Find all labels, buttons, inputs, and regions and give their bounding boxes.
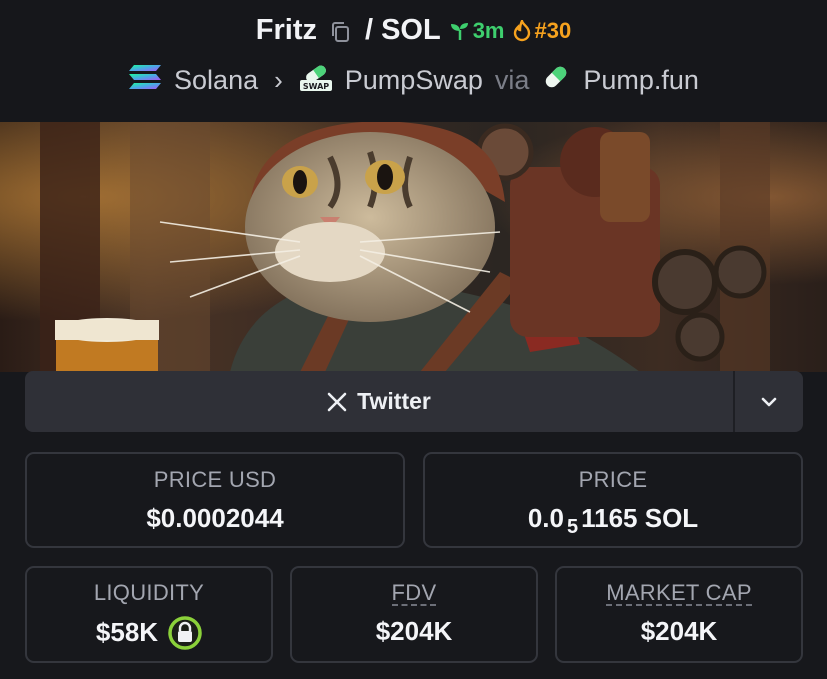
age-value: 3m	[472, 17, 505, 43]
x-logo-icon	[327, 392, 347, 411]
rank-value: #30	[534, 17, 572, 43]
price-native-label: PRICE	[578, 466, 648, 492]
pair-header: Fritz / SOL 3m #30 Solana › SWAP PumpSwa…	[0, 0, 827, 122]
price-native-card: PRICE 0.0 5 1165 SOL	[423, 452, 803, 548]
market-cap-label[interactable]: MARKET CAP	[606, 582, 752, 606]
price-native-value: 0.0 5 1165 SOL	[527, 502, 699, 538]
flame-icon	[514, 19, 531, 41]
token-banner-image	[0, 122, 827, 372]
fdv-card: FDV $204K	[290, 566, 538, 663]
pumpswap-icon: SWAP	[299, 62, 333, 99]
price-native-suffix: 1165 SOL	[581, 502, 699, 533]
fdv-label[interactable]: FDV	[391, 582, 437, 606]
liquidity-label: LIQUIDITY	[93, 579, 205, 605]
liquidity-value: $58K	[95, 617, 159, 647]
sprout-icon	[450, 22, 468, 40]
pumpfun-pill-icon	[541, 62, 571, 99]
dex-name[interactable]: PumpSwap	[345, 65, 483, 96]
copy-icon[interactable]	[329, 19, 353, 43]
liquidity-value-row: $58K	[95, 615, 202, 650]
liquidity-card: LIQUIDITY $58K	[25, 566, 273, 663]
solana-icon	[128, 64, 162, 97]
trending-rank-badge[interactable]: #30	[512, 18, 571, 44]
price-usd-label: PRICE USD	[153, 466, 277, 492]
age-badge: 3m	[449, 17, 505, 44]
lock-icon[interactable]	[168, 615, 202, 650]
pumpswap-icon-label: SWAP	[303, 82, 329, 91]
chain-name[interactable]: Solana	[174, 65, 258, 96]
twitter-label: Twitter	[357, 388, 431, 414]
quote-token: SOL	[381, 14, 441, 46]
price-usd-value: $0.0002044	[146, 502, 284, 533]
twitter-link-bar: Twitter	[25, 371, 803, 432]
pair-breadcrumb: Solana › SWAP PumpSwap via Pump.fun	[0, 62, 827, 99]
market-cap-value: $204K	[640, 616, 718, 646]
via-label: via	[494, 65, 530, 95]
price-usd-card: PRICE USD $0.0002044	[25, 452, 405, 548]
market-cap-card: MARKET CAP $204K	[555, 566, 803, 663]
token-name[interactable]: Fritz	[256, 14, 317, 47]
launchpad-name[interactable]: Pump.fun	[583, 65, 699, 96]
pair-separator: /	[365, 14, 374, 46]
chevron-down-icon	[761, 397, 777, 406]
chevron-right-icon: ›	[274, 65, 283, 95]
twitter-button[interactable]: Twitter	[25, 371, 733, 432]
socials-dropdown-button[interactable]	[733, 371, 803, 432]
price-native-prefix: 0.0	[527, 502, 564, 533]
price-native-zero-count: 5	[566, 515, 579, 538]
pair-title: Fritz / SOL 3m #30	[0, 14, 827, 47]
fdv-value: $204K	[375, 616, 453, 646]
